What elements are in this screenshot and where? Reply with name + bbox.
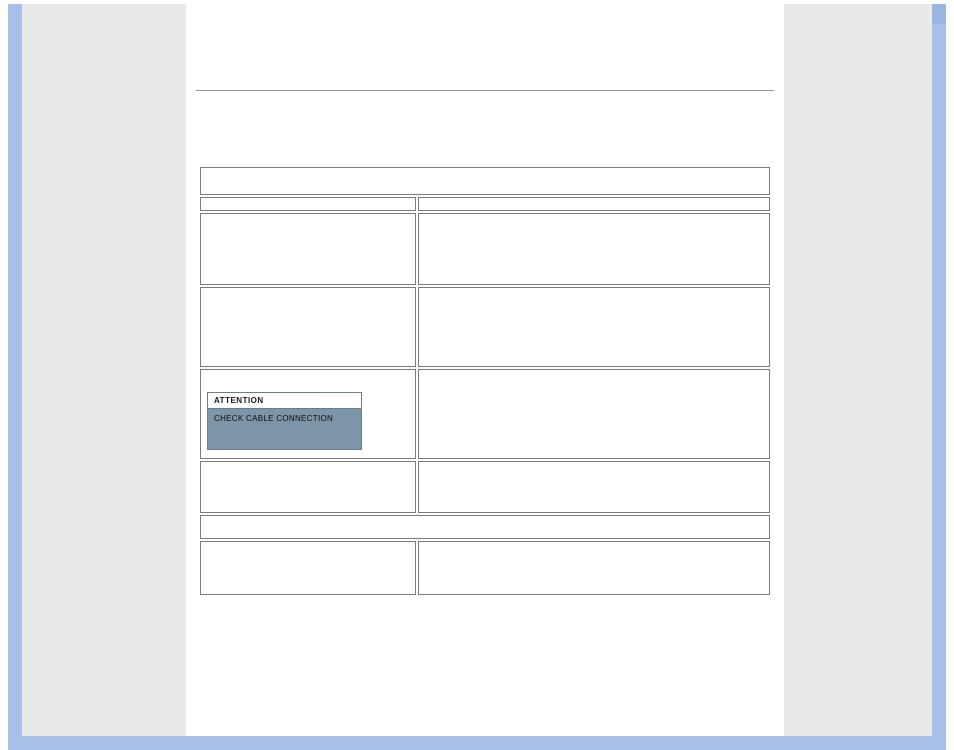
table-cell <box>200 515 770 539</box>
table-cell <box>200 197 416 211</box>
table-cell <box>200 461 416 513</box>
window-frame-left <box>8 4 22 750</box>
attention-panel: ATTENTIONCHECK CABLE CONNECTION <box>207 392 362 450</box>
table-row <box>200 515 770 539</box>
page-horizontal-rule <box>196 90 774 91</box>
table-row <box>200 197 770 211</box>
table-cell <box>418 213 770 285</box>
main-table-container: ATTENTIONCHECK CABLE CONNECTION <box>198 165 772 597</box>
table-row <box>200 213 770 285</box>
main-table: ATTENTIONCHECK CABLE CONNECTION <box>198 165 772 597</box>
document-page: ATTENTIONCHECK CABLE CONNECTION <box>186 0 784 736</box>
table-row <box>200 167 770 195</box>
table-row <box>200 461 770 513</box>
table-cell: ATTENTIONCHECK CABLE CONNECTION <box>200 369 416 459</box>
attention-title: ATTENTION <box>208 393 361 409</box>
table-cell <box>418 369 770 459</box>
table-cell <box>418 461 770 513</box>
attention-message: CHECK CABLE CONNECTION <box>208 409 361 449</box>
table-cell <box>200 213 416 285</box>
window-frame-bottom <box>8 736 946 750</box>
table-cell <box>418 197 770 211</box>
table-row <box>200 287 770 367</box>
app-viewport: ATTENTIONCHECK CABLE CONNECTION <box>0 0 954 750</box>
table-row <box>200 541 770 595</box>
window-frame-right <box>932 4 946 750</box>
table-cell <box>418 287 770 367</box>
table-cell <box>418 541 770 595</box>
table-cell <box>200 541 416 595</box>
scrollbar-cap[interactable] <box>932 4 946 24</box>
table-row: ATTENTIONCHECK CABLE CONNECTION <box>200 369 770 459</box>
table-cell <box>200 167 770 195</box>
table-cell <box>200 287 416 367</box>
